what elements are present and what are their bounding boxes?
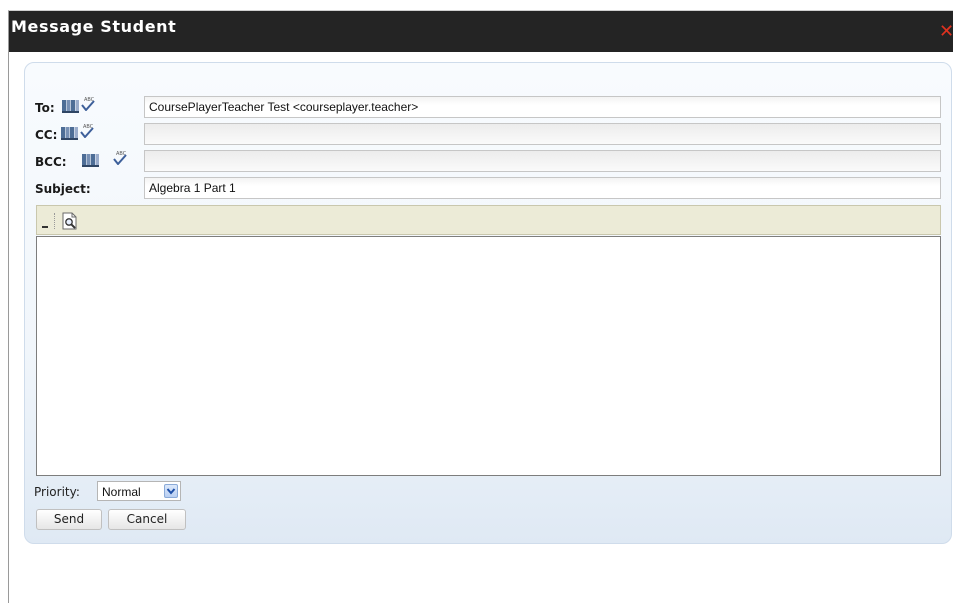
toolbar-separator — [54, 213, 56, 229]
address-book-icon[interactable] — [62, 99, 79, 113]
chevron-down-icon[interactable] — [164, 484, 178, 498]
spell-check-icon[interactable]: ABC — [80, 123, 94, 138]
close-icon[interactable]: ✕ — [939, 23, 953, 41]
address-book-icon[interactable] — [61, 126, 78, 140]
preview-icon[interactable] — [61, 212, 79, 230]
spell-check-icon[interactable]: ABC — [113, 150, 127, 165]
bcc-label: BCC: — [35, 155, 67, 169]
cc-label: CC: — [35, 128, 58, 142]
editor-toolbar — [36, 205, 941, 235]
send-button[interactable]: Send — [36, 509, 102, 530]
to-field[interactable]: CoursePlayerTeacher Test <courseplayer.t… — [144, 96, 941, 118]
cc-field[interactable] — [144, 123, 941, 145]
dialog-titlebar: Message Student ✕ — [9, 11, 953, 52]
priority-label: Priority: — [34, 485, 80, 499]
to-label: To: — [35, 101, 55, 115]
spell-check-icon[interactable]: ABC — [81, 96, 95, 111]
bcc-field[interactable] — [144, 150, 941, 172]
priority-selected-value: Normal — [102, 485, 141, 499]
toolbar-collapse-handle[interactable] — [42, 226, 48, 228]
cancel-button[interactable]: Cancel — [108, 509, 186, 530]
priority-select[interactable]: Normal — [97, 481, 181, 501]
message-body-editor[interactable] — [36, 236, 941, 476]
subject-field[interactable]: Algebra 1 Part 1 — [144, 177, 941, 199]
dialog-title: Message Student — [11, 17, 177, 36]
address-book-icon[interactable] — [82, 153, 99, 167]
subject-label: Subject: — [35, 182, 91, 196]
